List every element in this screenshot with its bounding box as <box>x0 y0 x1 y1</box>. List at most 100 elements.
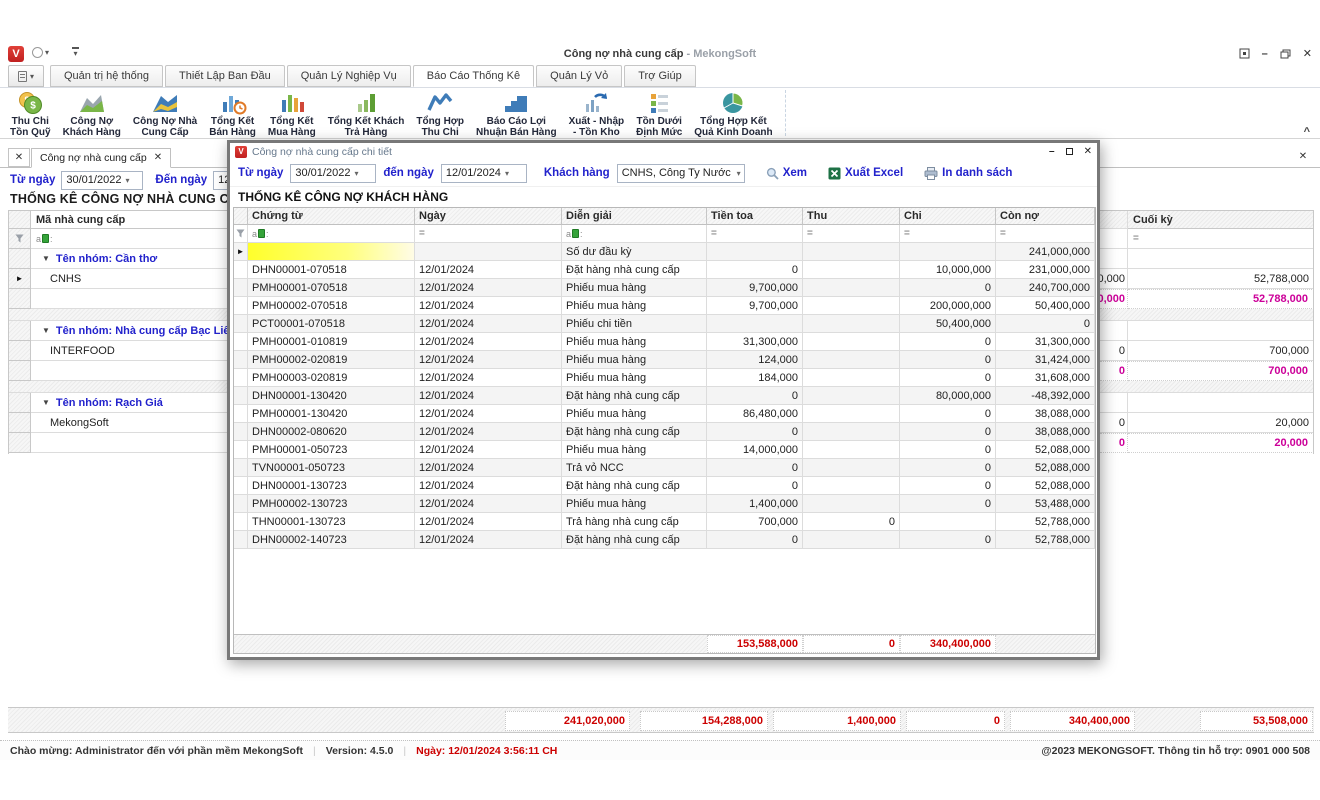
cell[interactable]: 0 <box>900 441 996 459</box>
cell[interactable]: PMH00001-010819 <box>248 333 415 351</box>
cell[interactable]: 12/01/2024 <box>415 351 562 369</box>
cell[interactable]: Phiếu mua hàng <box>562 279 707 297</box>
cell[interactable]: 700,000 <box>707 513 803 531</box>
cell[interactable]: 9,700,000 <box>707 279 803 297</box>
ribbon-button-list-items[interactable]: Tồn DướiĐịnh Mức <box>630 88 688 138</box>
table-row[interactable]: PMH00001-07051812/01/2024Phiếu mua hàng9… <box>234 279 1095 297</box>
ribbon-button-area-chart-gray[interactable]: Công NợKhách Hàng <box>57 88 127 138</box>
minimize-icon[interactable]: – <box>1262 48 1268 60</box>
cell[interactable]: 38,088,000 <box>996 405 1095 423</box>
column-header-6[interactable]: Chi <box>900 208 996 225</box>
cell[interactable]: 12/01/2024 <box>415 513 562 531</box>
menu-tab-thiết-lập-ban-đầu[interactable]: Thiết Lập Ban Đầu <box>165 65 285 87</box>
cell[interactable]: 38,088,000 <box>996 423 1095 441</box>
cell[interactable] <box>803 405 900 423</box>
fit-window-icon[interactable] <box>1239 48 1250 59</box>
cell[interactable]: Phiếu mua hàng <box>562 369 707 387</box>
cell[interactable]: 50,400,000 <box>996 297 1095 315</box>
supplier-row-cell[interactable]: INTERFOOD <box>31 341 227 361</box>
background-from-date-input[interactable]: 30/01/2022▾ <box>61 171 143 190</box>
filter-cell[interactable]: a: <box>562 225 707 243</box>
table-row[interactable]: ►Số dư đầu kỳ241,000,000 <box>234 243 1095 261</box>
cell[interactable]: 0 <box>803 513 900 531</box>
filter-row-cell[interactable]: a: <box>31 229 227 249</box>
cell[interactable] <box>803 369 900 387</box>
cell[interactable]: Đặt hàng nhà cung cấp <box>562 387 707 405</box>
tab-cong-no-nha-cung-cap[interactable]: Công nợ nhà cung cấp ✕ <box>31 148 171 168</box>
table-row[interactable]: THN00001-13072312/01/2024Trả hàng nhà cu… <box>234 513 1095 531</box>
cell[interactable] <box>803 459 900 477</box>
cell[interactable]: 12/01/2024 <box>415 405 562 423</box>
cell[interactable]: Đặt hàng nhà cung cấp <box>562 261 707 279</box>
cell[interactable]: 0 <box>707 531 803 549</box>
cell[interactable]: 31,608,000 <box>996 369 1095 387</box>
filter-cell[interactable]: = <box>803 225 900 243</box>
cell[interactable] <box>803 261 900 279</box>
group-row-cell[interactable]: ▼Tên nhóm: Rạch Giá <box>31 393 227 413</box>
cell[interactable]: Phiếu mua hàng <box>562 351 707 369</box>
table-row[interactable]: DHN00001-13042012/01/2024Đặt hàng nhà cu… <box>234 387 1095 405</box>
cell[interactable]: 241,000,000 <box>996 243 1095 261</box>
ribbon-button-coins[interactable]: $$Thu ChiTồn Quỹ <box>4 88 57 138</box>
table-row[interactable]: PMH00002-07051812/01/2024Phiếu mua hàng9… <box>234 297 1095 315</box>
cell[interactable]: 10,000,000 <box>900 261 996 279</box>
ribbon-collapse-icon[interactable]: ^ <box>1304 127 1310 137</box>
view-button[interactable]: Xem <box>766 167 807 180</box>
table-row[interactable]: PCT00001-07051812/01/2024Phiếu chi tiền5… <box>234 315 1095 333</box>
cell[interactable]: Phiếu mua hàng <box>562 495 707 513</box>
cell[interactable]: 12/01/2024 <box>415 459 562 477</box>
table-row[interactable]: DHN00001-13072312/01/2024Đặt hàng nhà cu… <box>234 477 1095 495</box>
cell[interactable] <box>803 243 900 261</box>
cell[interactable]: Phiếu mua hàng <box>562 441 707 459</box>
cell[interactable]: 0 <box>900 423 996 441</box>
ribbon-button-bars-clock[interactable]: Tổng KếtBán Hàng <box>203 88 262 138</box>
group-row-cell[interactable]: ▼Tên nhóm: Cần thơ <box>31 249 227 269</box>
table-row[interactable]: TVN00001-05072312/01/2024Trả vỏ NCC0052,… <box>234 459 1095 477</box>
cell[interactable]: 0 <box>900 405 996 423</box>
column-header-5[interactable]: Thu <box>803 208 900 225</box>
cell[interactable]: -48,392,000 <box>996 387 1095 405</box>
cell[interactable]: Trả vỏ NCC <box>562 459 707 477</box>
cell[interactable] <box>803 477 900 495</box>
column-header-ma-nha-cung-cap-cell[interactable]: Mã nhà cung cấp <box>31 211 227 229</box>
cell[interactable] <box>900 243 996 261</box>
cell[interactable]: Phiếu mua hàng <box>562 405 707 423</box>
cell[interactable]: 12/01/2024 <box>415 297 562 315</box>
column-header-1[interactable]: Chứng từ <box>248 208 415 225</box>
supplier-row-cell[interactable]: MekongSoft <box>31 413 227 433</box>
cell[interactable]: DHN00001-130723 <box>248 477 415 495</box>
cell[interactable]: 12/01/2024 <box>415 369 562 387</box>
cell[interactable]: 0 <box>900 369 996 387</box>
ribbon-button-bars-green[interactable]: Tổng Kết KháchTrả Hàng <box>322 88 411 138</box>
cell[interactable]: PMH00002-130723 <box>248 495 415 513</box>
cell[interactable] <box>248 243 415 261</box>
cell[interactable]: 12/01/2024 <box>415 279 562 297</box>
cell[interactable] <box>900 513 996 531</box>
column-header-2[interactable]: Ngày <box>415 208 562 225</box>
filter-cell[interactable]: = <box>996 225 1095 243</box>
cell[interactable]: 0 <box>900 459 996 477</box>
application-menu-button[interactable]: ▾ <box>8 65 44 87</box>
dialog-to-date-input[interactable]: 12/01/2024▾ <box>441 164 527 183</box>
ribbon-button-bars-refresh[interactable]: Xuất - Nhập- Tồn Kho <box>563 88 631 138</box>
cell[interactable]: PMH00003-020819 <box>248 369 415 387</box>
cell[interactable]: 53,488,000 <box>996 495 1095 513</box>
close-all-icon[interactable]: ✕ <box>1292 148 1314 167</box>
filter-cell[interactable]: = <box>415 225 562 243</box>
table-row[interactable]: DHN00002-08062012/01/2024Đặt hàng nhà cu… <box>234 423 1095 441</box>
cell[interactable] <box>707 243 803 261</box>
customer-select[interactable]: CNHS, Công Ty Nước ...▾ <box>617 164 745 183</box>
cell[interactable]: DHN00002-140723 <box>248 531 415 549</box>
cell[interactable]: 0 <box>900 333 996 351</box>
cell[interactable]: PMH00001-050723 <box>248 441 415 459</box>
cell[interactable]: Đặt hàng nhà cung cấp <box>562 477 707 495</box>
restore-icon[interactable] <box>1280 49 1291 59</box>
cell[interactable]: THN00001-130723 <box>248 513 415 531</box>
cell[interactable]: Phiếu mua hàng <box>562 297 707 315</box>
cell[interactable]: DHN00001-070518 <box>248 261 415 279</box>
filter-cell[interactable]: = <box>900 225 996 243</box>
menu-tab-quản-trị-hệ-thống[interactable]: Quản trị hệ thống <box>50 65 163 87</box>
cell[interactable]: 0 <box>707 459 803 477</box>
print-list-button[interactable]: In danh sách <box>924 167 1012 180</box>
cell[interactable]: 80,000,000 <box>900 387 996 405</box>
